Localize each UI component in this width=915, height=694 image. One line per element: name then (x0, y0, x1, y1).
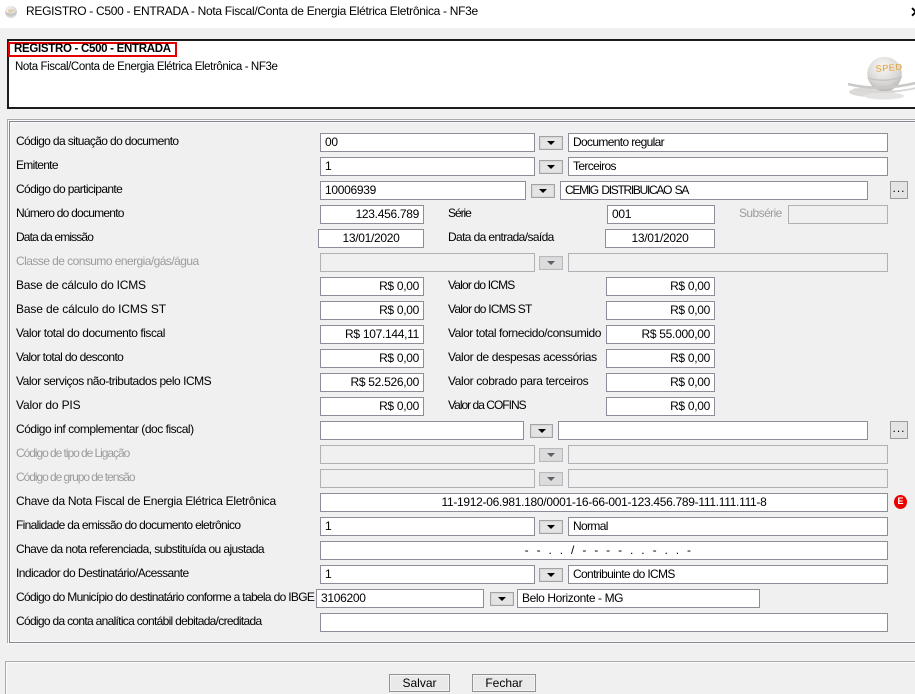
svg-text:SP: SP (8, 9, 14, 14)
svg-text:SPED: SPED (875, 62, 903, 75)
